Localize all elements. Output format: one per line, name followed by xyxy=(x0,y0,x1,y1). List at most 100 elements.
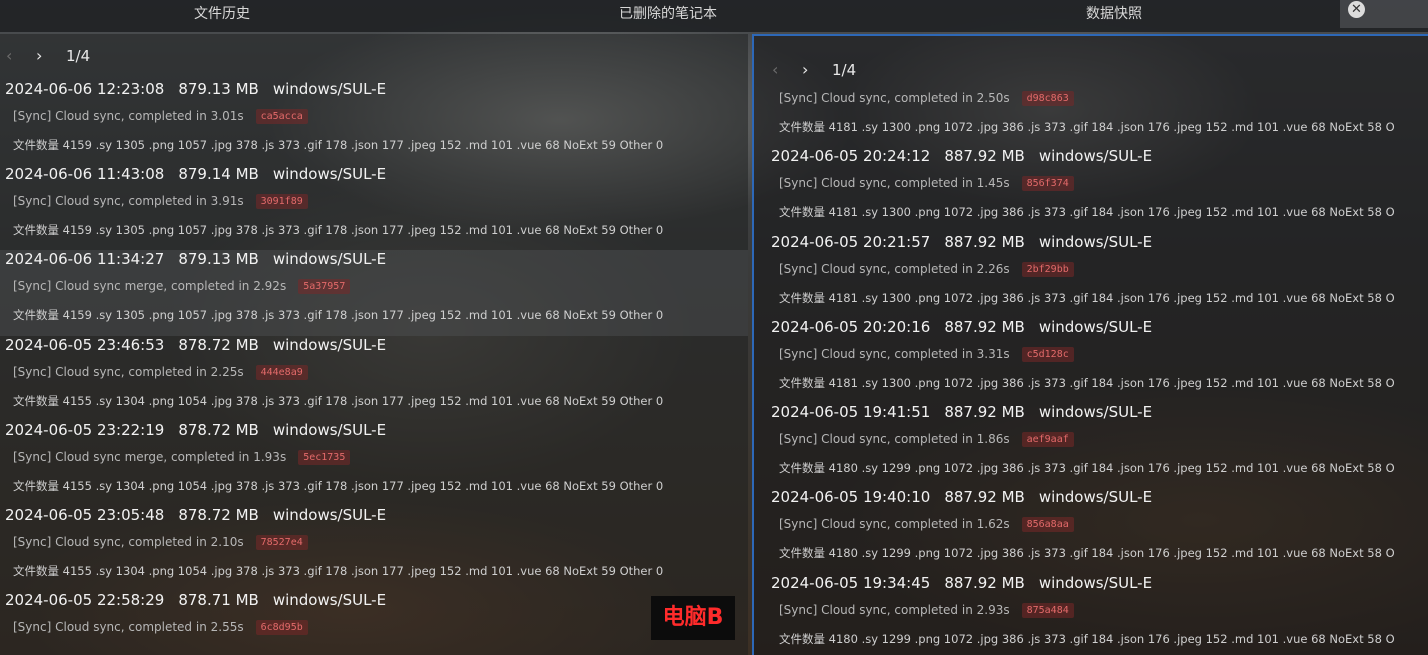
entry-device: windows/SUL-E xyxy=(272,421,387,439)
right-snapshot-panel: ‹ › 1/4 [Sync] Cloud sync, completed in … xyxy=(752,34,1428,655)
entry-device: windows/SUL-E xyxy=(1038,574,1153,592)
tab-bar: 文件历史 已删除的笔记本 数据快照 ✕ xyxy=(0,0,1428,32)
entry-header: 2024-06-05 23:46:53 878.72 MB windows/SUL-… xyxy=(5,336,400,354)
snapshot-entry[interactable]: 2024-06-05 20:24:12 887.92 MB windows/SUL-… xyxy=(766,147,1428,233)
entry-size: 879.13 MB xyxy=(178,80,259,98)
entry-header: 2024-06-05 23:05:48 878.72 MB windows/SUL-… xyxy=(5,506,400,524)
history-entry[interactable]: 2024-06-06 12:23:08 879.13 MB windows/SUL-… xyxy=(0,80,748,166)
entry-time: 2024-06-05 19:34:45 xyxy=(771,574,931,592)
commit-hash-badge[interactable]: c5d128c xyxy=(1021,347,1074,362)
commit-hash-badge[interactable]: 6c8d95b xyxy=(255,620,308,635)
entry-message-row: [Sync] Cloud sync, completed in 2.93s 875… xyxy=(779,603,1074,618)
snapshot-entry[interactable]: 2024-06-05 19:34:45 887.92 MB windows/SUL-… xyxy=(766,574,1428,655)
commit-hash-badge[interactable]: 875a484 xyxy=(1021,603,1074,618)
entry-stats: 文件数量 4181 .sy 1300 .png 1072 .jpg 386 .j… xyxy=(779,205,1395,219)
close-icon[interactable]: ✕ xyxy=(1348,1,1365,18)
entry-message-row: [Sync] Cloud sync, completed in 3.91s 309… xyxy=(13,194,308,209)
entry-header: 2024-06-05 22:58:29 878.71 MB windows/SUL-… xyxy=(5,591,400,609)
entry-stats: 文件数量 4181 .sy 1300 .png 1072 .jpg 386 .j… xyxy=(779,120,1395,134)
chevron-right-icon[interactable]: › xyxy=(36,46,42,65)
commit-hash-badge[interactable]: 5a37957 xyxy=(298,279,351,294)
commit-hash-badge[interactable]: 3091f89 xyxy=(255,194,308,209)
left-history-panel: ‹ › 1/4 2024-06-06 12:23:08 879.13 MB wind… xyxy=(0,34,748,655)
snapshot-entry[interactable]: 2024-06-05 19:40:10 887.92 MB windows/SUL-… xyxy=(766,488,1428,574)
entry-header: 2024-06-05 20:24:12 887.92 MB windows/SUL-… xyxy=(771,147,1166,165)
entry-time: 2024-06-05 23:05:48 xyxy=(5,506,165,524)
entry-message: [Sync] Cloud sync, completed in 1.62s xyxy=(779,517,1010,531)
entry-device: windows/SUL-E xyxy=(1038,488,1153,506)
entry-stats: 文件数量 4159 .sy 1305 .png 1057 .jpg 378 .j… xyxy=(13,138,664,152)
entry-time: 2024-06-06 11:43:08 xyxy=(5,165,165,183)
entry-stats: 文件数量 4181 .sy 1300 .png 1072 .jpg 386 .j… xyxy=(779,291,1395,305)
entry-size: 879.14 MB xyxy=(178,165,259,183)
commit-hash-badge[interactable]: 5ec1735 xyxy=(298,450,351,465)
tab-deleted-notebooks[interactable]: 已删除的笔记本 xyxy=(444,0,892,30)
entry-header: 2024-06-05 23:22:19 878.72 MB windows/SUL-… xyxy=(5,421,400,439)
entry-time: 2024-06-05 20:24:12 xyxy=(771,147,931,165)
entry-header: 2024-06-05 20:21:57 887.92 MB windows/SUL-… xyxy=(771,233,1166,251)
entry-message: [Sync] Cloud sync merge, completed in 1.… xyxy=(13,450,287,464)
entry-message-row: [Sync] Cloud sync, completed in 2.25s 444… xyxy=(13,365,308,380)
history-entry[interactable]: 2024-06-05 23:05:48 878.72 MB windows/SUL-… xyxy=(0,506,748,592)
snapshot-entry[interactable]: 2024-06-05 19:41:51 887.92 MB windows/SUL-… xyxy=(766,403,1428,489)
commit-hash-badge[interactable]: aef9aaf xyxy=(1021,432,1074,447)
entry-stats: 文件数量 4180 .sy 1299 .png 1072 .jpg 386 .j… xyxy=(779,461,1395,475)
history-entry[interactable]: 2024-06-05 23:22:19 878.72 MB windows/SUL-… xyxy=(0,421,748,507)
history-entry[interactable]: 2024-06-05 22:58:29 878.71 MB windows/SUL-… xyxy=(0,591,748,655)
pagination: ‹ › 1/4 xyxy=(6,46,126,70)
entry-stats: 文件数量 4180 .sy 1299 .png 1072 .jpg 386 .j… xyxy=(779,546,1395,560)
entry-message: [Sync] Cloud sync, completed in 2.10s xyxy=(13,535,244,549)
entry-message-row: [Sync] Cloud sync, completed in 2.10s 785… xyxy=(13,535,308,550)
snapshot-entry-partial[interactable]: [Sync] Cloud sync, completed in 2.50s d98… xyxy=(766,62,1428,148)
commit-hash-badge[interactable]: 78527e4 xyxy=(255,535,308,550)
entry-message: [Sync] Cloud sync, completed in 2.55s xyxy=(13,620,244,634)
entry-size: 879.13 MB xyxy=(178,250,259,268)
commit-hash-badge[interactable]: 444e8a9 xyxy=(255,365,308,380)
entry-message-row: [Sync] Cloud sync, completed in 2.55s 6c8… xyxy=(13,620,308,635)
commit-hash-badge[interactable]: 856f374 xyxy=(1021,176,1074,191)
entry-device: windows/SUL-E xyxy=(272,336,387,354)
chevron-left-icon[interactable]: ‹ xyxy=(6,46,12,65)
close-button[interactable]: ✕ xyxy=(1340,0,1428,28)
entry-size: 887.92 MB xyxy=(944,318,1025,336)
history-entry[interactable]: 2024-06-05 23:46:53 878.72 MB windows/SUL-… xyxy=(0,336,748,422)
entry-time: 2024-06-05 19:40:10 xyxy=(771,488,931,506)
entry-device: windows/SUL-E xyxy=(1038,403,1153,421)
entry-time: 2024-06-06 12:23:08 xyxy=(5,80,165,98)
entry-stats: 文件数量 4181 .sy 1300 .png 1072 .jpg 386 .j… xyxy=(779,376,1395,390)
entry-message-row: [Sync] Cloud sync merge, completed in 2.… xyxy=(13,279,351,294)
history-entry-hovered[interactable]: 2024-06-06 11:34:27 879.13 MB windows/SUL-… xyxy=(0,250,748,336)
entry-time: 2024-06-06 11:34:27 xyxy=(5,250,165,268)
entry-message: [Sync] Cloud sync, completed in 3.01s xyxy=(13,109,244,123)
computer-b-watermark: 电脑B xyxy=(651,596,735,640)
entry-stats: 文件数量 4155 .sy 1304 .png 1054 .jpg 378 .j… xyxy=(13,479,664,493)
entry-time: 2024-06-05 19:41:51 xyxy=(771,403,931,421)
snapshot-entry[interactable]: 2024-06-05 20:21:57 887.92 MB windows/SUL-… xyxy=(766,233,1428,319)
entry-header: 2024-06-05 19:40:10 887.92 MB windows/SUL-… xyxy=(771,488,1166,506)
entry-message: [Sync] Cloud sync, completed in 3.91s xyxy=(13,194,244,208)
entry-size: 878.72 MB xyxy=(178,336,259,354)
entry-stats: 文件数量 4180 .sy 1299 .png 1072 .jpg 386 .j… xyxy=(779,632,1395,646)
entry-size: 887.92 MB xyxy=(944,233,1025,251)
entry-header: 2024-06-06 11:43:08 879.14 MB windows/SUL-… xyxy=(5,165,400,183)
tab-file-history[interactable]: 文件历史 xyxy=(0,0,444,30)
tab-data-snapshot[interactable]: 数据快照 xyxy=(892,0,1336,30)
entry-device: windows/SUL-E xyxy=(272,506,387,524)
commit-hash-badge[interactable]: 2bf29bb xyxy=(1021,262,1074,277)
entry-message-row: [Sync] Cloud sync, completed in 3.01s ca5… xyxy=(13,109,308,124)
entry-time: 2024-06-05 20:20:16 xyxy=(771,318,931,336)
history-entry[interactable]: 2024-06-06 11:43:08 879.14 MB windows/SUL-… xyxy=(0,165,748,251)
commit-hash-badge[interactable]: 856a8aa xyxy=(1021,517,1074,532)
entry-message: [Sync] Cloud sync, completed in 1.86s xyxy=(779,432,1010,446)
entry-message-row: [Sync] Cloud sync, completed in 1.86s aef… xyxy=(779,432,1074,447)
entry-device: windows/SUL-E xyxy=(272,591,387,609)
entry-message-row: [Sync] Cloud sync, completed in 1.62s 856… xyxy=(779,517,1074,532)
commit-hash-badge[interactable]: ca5acca xyxy=(255,109,308,124)
entry-size: 878.72 MB xyxy=(178,421,259,439)
snapshot-entry[interactable]: 2024-06-05 20:20:16 887.92 MB windows/SUL-… xyxy=(766,318,1428,404)
entry-device: windows/SUL-E xyxy=(1038,318,1153,336)
entry-message: [Sync] Cloud sync, completed in 3.31s xyxy=(779,347,1010,361)
entry-size: 887.92 MB xyxy=(944,574,1025,592)
commit-hash-badge[interactable]: d98c863 xyxy=(1021,91,1074,106)
entry-message: [Sync] Cloud sync, completed in 2.93s xyxy=(779,603,1010,617)
